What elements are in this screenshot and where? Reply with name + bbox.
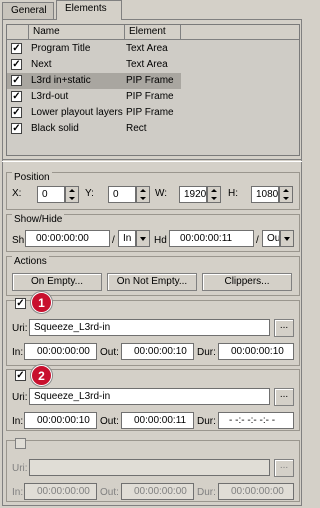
clip-3-in-label: In: (12, 487, 24, 498)
clip-2-out-input[interactable]: 00:00:00:11 (121, 412, 194, 429)
row-name: L3rd in+static (31, 75, 91, 86)
show-separator: / (112, 235, 115, 246)
clip-2-uri-label: Uri: (12, 392, 28, 403)
row-element: Rect (126, 123, 147, 134)
show-label: Sh (12, 235, 25, 246)
clip-2-in-label: In: (12, 416, 24, 427)
w-input[interactable]: 1920 (179, 186, 207, 203)
h-input[interactable]: 1080 (251, 186, 279, 203)
row-element: PIP Frame (126, 91, 174, 102)
tab-elements[interactable]: Elements (56, 0, 122, 20)
clip-1-out-label: Out: (100, 347, 119, 358)
clip-3-out-input[interactable]: 00:00:00:00 (121, 483, 194, 500)
row-name: Next (31, 59, 52, 70)
splitter[interactable] (2, 159, 302, 162)
clip-1-dur-input[interactable]: 00:00:00:10 (218, 343, 294, 360)
row-checkbox[interactable]: ✓ (11, 59, 22, 70)
clip-2-dur-input[interactable]: - -:- -:- -:- - (218, 412, 294, 429)
clip-1-enable-checkbox[interactable]: ✓ (15, 298, 26, 309)
x-spinner[interactable] (65, 186, 79, 203)
clippers-button[interactable]: Clippers... (202, 273, 292, 291)
list-item[interactable]: ✓ Next Text Area (7, 57, 299, 73)
showhide-title: Show/Hide (12, 214, 65, 225)
row-checkbox[interactable]: ✓ (11, 123, 22, 134)
on-empty-button[interactable]: On Empty... (12, 273, 102, 291)
h-label: H: (228, 188, 238, 199)
clip-3-dur-input[interactable]: 00:00:00:00 (218, 483, 294, 500)
row-checkbox[interactable]: ✓ (11, 107, 22, 118)
x-input[interactable]: 0 (37, 186, 65, 203)
clip-3-enable-checkbox[interactable] (15, 438, 26, 449)
y-label: Y: (85, 188, 94, 199)
clip-3-uri-label: Uri: (12, 463, 28, 474)
list-item[interactable]: ✓ L3rd-out PIP Frame (7, 89, 299, 105)
x-label: X: (12, 188, 22, 199)
clip-1-browse-button[interactable]: ... (274, 319, 294, 337)
clip-3-in-input[interactable]: 00:00:00:00 (24, 483, 97, 500)
clip-2-browse-button[interactable]: ... (274, 388, 294, 406)
row-element: Text Area (126, 43, 168, 54)
header-element[interactable]: Element (125, 25, 181, 39)
show-time-input[interactable]: 00:00:00:00 (25, 230, 110, 247)
row-checkbox[interactable]: ✓ (11, 91, 22, 102)
position-title: Position (12, 172, 52, 183)
tab-general[interactable]: General (2, 2, 54, 19)
list-item[interactable]: ✓ Lower playout layers PIP Frame (7, 105, 299, 121)
clip-2-enable-checkbox[interactable]: ✓ (15, 370, 26, 381)
clip-1-uri-label: Uri: (12, 323, 28, 334)
list-item-selected[interactable]: ✓ L3rd in+static PIP Frame (7, 73, 181, 89)
row-element: PIP Frame (126, 75, 174, 86)
clip-3-out-label: Out: (100, 487, 119, 498)
list-header: Name Element (7, 25, 299, 40)
clip-1-in-input[interactable]: 00:00:00:00 (24, 343, 97, 360)
hide-mode-dropdown[interactable] (280, 230, 294, 247)
y-input[interactable]: 0 (108, 186, 136, 203)
show-mode-select[interactable]: In (118, 230, 136, 247)
list-item[interactable]: ✓ Black solid Rect (7, 121, 299, 137)
hide-mode-select[interactable]: Ou (262, 230, 280, 247)
clip-2-out-label: Out: (100, 416, 119, 427)
h-spinner[interactable] (279, 186, 293, 203)
clip-1-number-badge: 1 (31, 292, 52, 313)
clip-3-dur-label: Dur: (197, 487, 216, 498)
clip-1-uri-input[interactable]: Squeeze_L3rd-in (29, 319, 270, 336)
hide-separator: / (256, 235, 259, 246)
clip-3-browse-button[interactable]: ... (274, 459, 294, 477)
clip-2-uri-input[interactable]: Squeeze_L3rd-in (29, 388, 270, 405)
w-spinner[interactable] (207, 186, 221, 203)
row-name: Program Title (31, 43, 91, 54)
row-checkbox[interactable]: ✓ (11, 75, 22, 86)
clip-2-number-badge: 2 (31, 365, 52, 386)
row-checkbox[interactable]: ✓ (11, 43, 22, 54)
clip-1-out-input[interactable]: 00:00:00:10 (121, 343, 194, 360)
clip-1-in-label: In: (12, 347, 24, 358)
hide-label: Hd (154, 235, 167, 246)
clip-3-uri-input[interactable] (29, 459, 270, 476)
row-name: Lower playout layers (31, 107, 123, 118)
clip-2-in-input[interactable]: 00:00:00:10 (24, 412, 97, 429)
elements-list[interactable]: Name Element ✓ Program Title Text Area ✓… (6, 24, 300, 156)
actions-title: Actions (12, 256, 49, 267)
list-item[interactable]: ✓ Program Title Text Area (7, 41, 299, 57)
w-label: W: (155, 188, 168, 199)
clip-1-dur-label: Dur: (197, 347, 216, 358)
show-mode-dropdown[interactable] (136, 230, 150, 247)
clip-2-dur-label: Dur: (197, 416, 216, 427)
hide-time-input[interactable]: 00:00:00:11 (169, 230, 254, 247)
y-spinner[interactable] (136, 186, 150, 203)
row-name: L3rd-out (31, 91, 69, 102)
on-not-empty-button[interactable]: On Not Empty... (107, 273, 197, 291)
row-element: PIP Frame (126, 107, 174, 118)
row-name: Black solid (31, 123, 79, 134)
row-element: Text Area (126, 59, 168, 70)
header-name[interactable]: Name (29, 25, 125, 39)
header-check-column (7, 25, 29, 39)
